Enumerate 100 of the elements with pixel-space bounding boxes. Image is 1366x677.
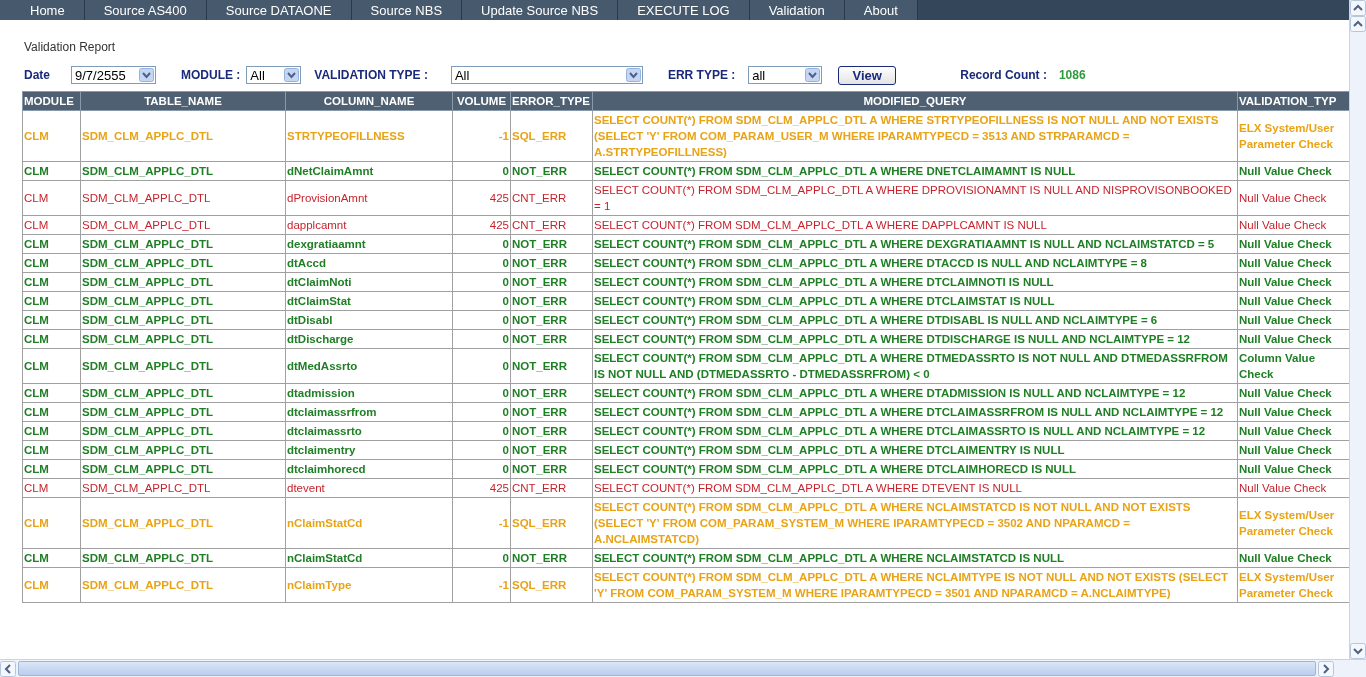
table-cell: 0 [452, 310, 511, 330]
nav-tab[interactable]: Update Source NBS [462, 0, 619, 20]
table-cell: dtclaimentry [285, 440, 453, 460]
table-cell: CLM [22, 497, 81, 549]
table-cell: SDM_CLM_APPLC_DTL [80, 548, 286, 568]
caret-icon[interactable] [625, 68, 641, 82]
table-cell: CLM [22, 402, 81, 422]
table-cell: 0 [452, 253, 511, 273]
filter-label: Date [24, 68, 50, 82]
table-cell: CNT_ERR [510, 215, 593, 235]
table-cell: SDM_CLM_APPLC_DTL [80, 478, 286, 498]
column-header: COLUMN_NAME [285, 91, 453, 111]
table-cell: SELECT COUNT(*) FROM SDM_CLM_APPLC_DTL A WHERE DTCLAIMSTAT IS NULL [592, 291, 1238, 311]
filter-label: ERR TYPE : [667, 68, 736, 82]
nav-tab[interactable]: Source DATAONE [206, 0, 352, 20]
table-cell: dtclaimhorecd [285, 459, 453, 479]
table-cell: SDM_CLM_APPLC_DTL [80, 161, 286, 181]
table-cell: NOT_ERR [510, 459, 593, 479]
table-cell: SELECT COUNT(*) FROM SDM_CLM_APPLC_DTL A WHERE NCLAIMTYPE IS NOT NULL AND NOT EXISTS (SELECT 'Y' FROM COM_PARAM_SYSTEM_M WHERE IPARAMTYPECD = 3501 AND NPARAMCD = A.NCLAIMTYPE) [592, 567, 1238, 603]
table-cell: CLM [22, 272, 81, 292]
nav-tab[interactable]: EXECUTE LOG [618, 0, 750, 20]
table-cell: dexgratiaamnt [285, 234, 453, 254]
scroll-left-icon[interactable] [0, 660, 16, 677]
table-cell: SDM_CLM_APPLC_DTL [80, 272, 286, 292]
table-cell: nClaimType [285, 567, 453, 603]
table-cell: CLM [22, 329, 81, 349]
horizontal-scrollbar[interactable] [0, 659, 1366, 677]
filter-select[interactable]: all [748, 66, 823, 84]
table-cell: CLM [22, 459, 81, 479]
table-cell: NOT_ERR [510, 348, 593, 384]
table-cell: SDM_CLM_APPLC_DTL [80, 234, 286, 254]
table-cell: CLM [22, 383, 81, 403]
column-header: VALIDATION_TYP [1237, 91, 1349, 111]
table-cell: NOT_ERR [510, 310, 593, 330]
table-cell: CNT_ERR [510, 180, 593, 216]
table-cell: NOT_ERR [510, 383, 593, 403]
nav-tab[interactable]: Source AS400 [84, 0, 207, 20]
table-cell: dtDisabl [285, 310, 453, 330]
table-cell: 0 [452, 421, 511, 441]
view-button[interactable]: View [838, 65, 897, 85]
vertical-scrollbar[interactable] [1349, 0, 1366, 659]
table-cell: NOT_ERR [510, 234, 593, 254]
table-cell: STRTYPEOFILLNESS [285, 110, 453, 162]
table-cell: SELECT COUNT(*) FROM SDM_CLM_APPLC_DTL A WHERE STRTYPEOFILLNESS IS NOT NULL AND NOT EXISTS (SELECT 'Y' FROM COM_PARAM_USER_M WHERE IPARAMTYPECD = 3513 AND STRPARAMCD = A.STRTYPEOFILLNESS) [592, 110, 1238, 162]
table-cell: SDM_CLM_APPLC_DTL [80, 440, 286, 460]
table-cell: SDM_CLM_APPLC_DTL [80, 329, 286, 349]
table-cell: SELECT COUNT(*) FROM SDM_CLM_APPLC_DTL A WHERE DTCLAIMASSRTO IS NULL AND NCLAIMTYPE = 12 [592, 421, 1238, 441]
table-cell: CLM [22, 478, 81, 498]
table-cell: SQL_ERR [510, 567, 593, 603]
table-cell: dtClaimNoti [285, 272, 453, 292]
table-cell: NOT_ERR [510, 421, 593, 441]
caret-icon[interactable] [139, 68, 154, 82]
table-cell: 0 [452, 272, 511, 292]
nav-tab[interactable]: Home [0, 0, 85, 20]
filter-label: MODULE : [181, 68, 241, 82]
nav-tab[interactable]: About [844, 0, 918, 20]
table-cell: SDM_CLM_APPLC_DTL [80, 291, 286, 311]
table-cell: NOT_ERR [510, 161, 593, 181]
table-cell: NOT_ERR [510, 272, 593, 292]
table-cell: CLM [22, 253, 81, 273]
nav-tab[interactable]: Source NBS [351, 0, 463, 20]
scroll-up-icon[interactable] [1350, 0, 1366, 16]
table-cell: SDM_CLM_APPLC_DTL [80, 348, 286, 384]
scroll-right-icon[interactable] [1318, 660, 1334, 677]
filter-label: VALIDATION TYPE : [314, 68, 428, 82]
table-cell: 0 [452, 383, 511, 403]
filter-select[interactable]: All [246, 66, 302, 84]
table-cell: dtclaimassrto [285, 421, 453, 441]
table-cell: 0 [452, 291, 511, 311]
filter-select[interactable]: All [450, 66, 643, 84]
caret-icon[interactable] [805, 68, 821, 82]
table-cell: SELECT COUNT(*) FROM SDM_CLM_APPLC_DTL A WHERE DAPPLCAMNT IS NULL [592, 215, 1238, 235]
table-cell: dtDischarge [285, 329, 453, 349]
table-cell: 0 [452, 348, 511, 384]
table-cell: SELECT COUNT(*) FROM SDM_CLM_APPLC_DTL A WHERE DTCLAIMENTRY IS NULL [592, 440, 1238, 460]
table-cell: CLM [22, 548, 81, 568]
caret-icon[interactable] [284, 68, 300, 82]
table-cell: dtMedAssrto [285, 348, 453, 384]
table-cell: dtclaimassrfrom [285, 402, 453, 422]
table-cell: dProvisionAmnt [285, 180, 453, 216]
table-cell: NOT_ERR [510, 253, 593, 273]
table-cell: NOT_ERR [510, 440, 593, 460]
record-count: 1086 [1058, 68, 1086, 82]
scroll-down-icon[interactable] [1350, 643, 1366, 659]
table-cell: SQL_ERR [510, 110, 593, 162]
table-cell: CLM [22, 421, 81, 441]
record-count-label: Record Count : [960, 68, 1047, 82]
table-cell: CLM [22, 215, 81, 235]
table-cell: dtadmission [285, 383, 453, 403]
table-cell: SELECT COUNT(*) FROM SDM_CLM_APPLC_DTL A WHERE DTCLAIMHORECD IS NULL [592, 459, 1238, 479]
page-title: Validation Report [24, 40, 117, 54]
table-cell: SDM_CLM_APPLC_DTL [80, 383, 286, 403]
column-header: MODIFIED_QUERY [592, 91, 1238, 111]
table-cell: nClaimStatCd [285, 497, 453, 549]
filter-select[interactable]: 9/7/2555 [71, 66, 156, 84]
table-cell: SDM_CLM_APPLC_DTL [80, 310, 286, 330]
table-cell: SDM_CLM_APPLC_DTL [80, 215, 286, 235]
table-cell: SELECT COUNT(*) FROM SDM_CLM_APPLC_DTL A WHERE DTADMISSION IS NULL AND NCLAIMTYPE = 12 [592, 383, 1238, 403]
nav-tab[interactable]: Validation [749, 0, 845, 20]
scroll-thumb[interactable] [18, 661, 1316, 676]
